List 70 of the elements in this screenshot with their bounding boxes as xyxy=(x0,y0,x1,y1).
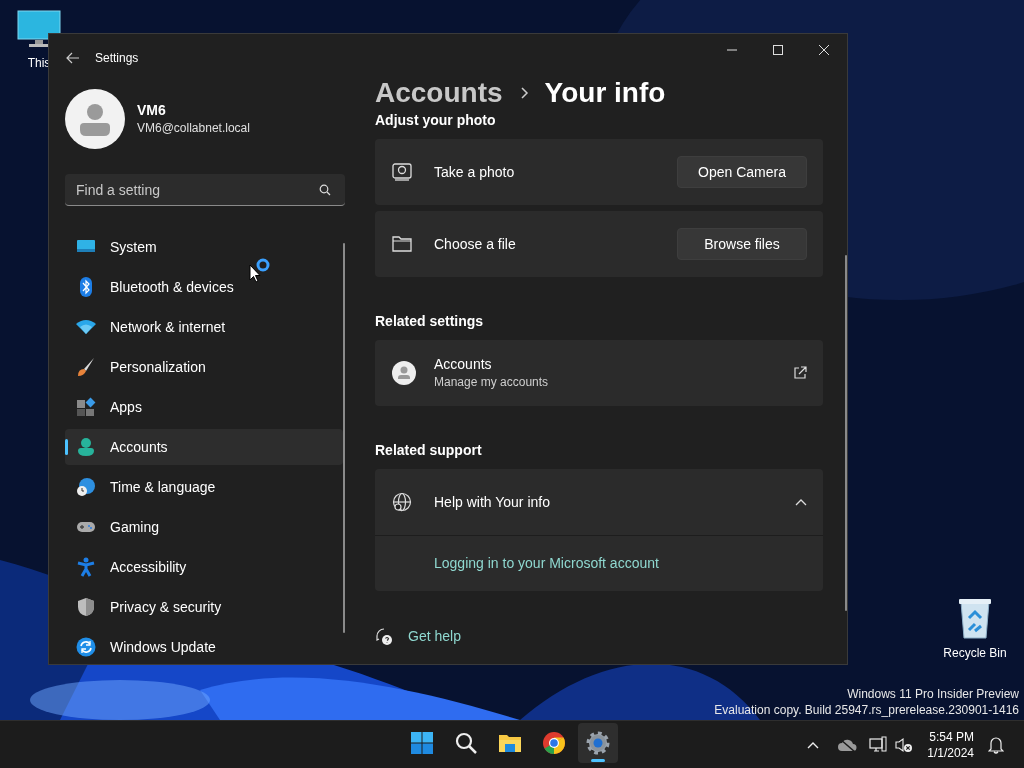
search-icon xyxy=(454,731,478,755)
external-link-icon xyxy=(793,366,807,380)
breadcrumb-link[interactable]: Accounts xyxy=(375,81,503,111)
nav-item[interactable]: Time & language xyxy=(65,469,343,505)
nav-item[interactable]: Network & internet xyxy=(65,309,343,345)
network-monitor-icon xyxy=(869,736,888,754)
nav-item[interactable]: Apps xyxy=(65,389,343,425)
globe-search-icon xyxy=(392,492,412,512)
desktop-icon-label: Recycle Bin xyxy=(943,645,1007,662)
nav-item[interactable]: Windows Update xyxy=(65,629,343,664)
nav-item[interactable]: Gaming xyxy=(65,509,343,545)
row-description: Manage my accounts xyxy=(434,374,550,391)
row-label: Accounts xyxy=(434,355,493,373)
action-button[interactable]: Open Camera xyxy=(677,156,807,188)
back-arrow-icon xyxy=(66,51,80,64)
chevron-up-icon xyxy=(795,498,807,506)
chevron-up-icon xyxy=(807,741,820,749)
person-icon xyxy=(76,437,96,457)
section-heading: Related settings xyxy=(375,312,485,331)
expander-card[interactable]: Help with Your info Logging in to your Microsoft account xyxy=(375,469,823,591)
action-button[interactable]: Browse files xyxy=(677,228,807,260)
cursor-icon xyxy=(249,264,261,283)
row-label: Help with Your info xyxy=(434,493,551,511)
busy-ring-icon xyxy=(256,258,270,272)
globe-clock-icon xyxy=(76,477,96,497)
nav-item[interactable]: Personalization xyxy=(65,349,343,385)
nav-item[interactable]: Accessibility xyxy=(65,549,343,585)
folder-icon xyxy=(392,234,412,254)
scrollbar[interactable] xyxy=(845,255,847,611)
nav-item[interactable]: System xyxy=(65,229,343,265)
monitor-icon xyxy=(17,10,61,50)
camera-icon xyxy=(392,162,412,182)
cloud-off-icon xyxy=(837,738,858,752)
avatar-icon xyxy=(65,89,125,149)
close-icon xyxy=(818,45,830,55)
avatar-icon xyxy=(392,361,416,385)
clock-date: 1/1/2024 xyxy=(927,745,974,761)
profile-email: VM6@collabnet.local xyxy=(137,120,250,137)
help-link[interactable]: Logging in to your Microsoft account xyxy=(434,553,659,574)
section-heading: Adjust your photo xyxy=(375,111,497,130)
setting-card[interactable]: Accounts Manage my accounts xyxy=(375,340,823,406)
get-help-link[interactable]: Get help xyxy=(408,626,461,647)
row-label: Choose a file xyxy=(434,235,517,253)
row-label: Take a photo xyxy=(434,163,516,181)
bell-icon xyxy=(988,736,1004,754)
section-heading: Related support xyxy=(375,441,483,460)
speaker-muted-icon xyxy=(895,737,914,753)
search-icon xyxy=(319,184,331,196)
help-chat-icon xyxy=(375,627,393,646)
apps-icon xyxy=(76,397,96,417)
maximize-icon xyxy=(772,45,784,55)
search-field[interactable]: Find a setting xyxy=(65,174,345,206)
watermark-text: Windows 11 Pro Insider Preview xyxy=(847,686,1019,702)
page-title: Your info xyxy=(544,81,666,110)
window-title: Settings xyxy=(95,49,139,67)
accessibility-icon xyxy=(76,557,96,577)
scrollbar[interactable] xyxy=(343,243,345,633)
taskbar-button[interactable] xyxy=(578,723,618,763)
shield-icon xyxy=(76,597,96,617)
windows-logo-icon xyxy=(410,731,434,755)
gear-icon xyxy=(586,731,610,755)
nav-item[interactable]: Privacy & security xyxy=(65,589,343,625)
clock-time: 5:54 PM xyxy=(929,729,974,745)
profile-name: VM6 xyxy=(137,101,167,119)
chrome-icon xyxy=(542,731,566,755)
sync-icon xyxy=(76,637,96,657)
wifi-icon xyxy=(76,317,96,337)
nav-item[interactable]: Accounts xyxy=(65,429,343,465)
watermark-text: Evaluation copy. Build 25947.rs_prerelease.230901-1416 xyxy=(714,702,1019,718)
chevron-right-icon xyxy=(518,86,529,100)
